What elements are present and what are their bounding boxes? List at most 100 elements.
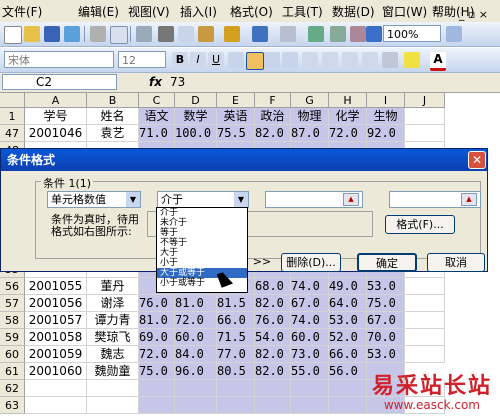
header-cell[interactable]: 生物 <box>367 108 405 125</box>
menu-edit[interactable]: 编辑(E) <box>78 3 119 20</box>
decrease-decimal-icon[interactable] <box>342 52 358 68</box>
dropdown-option[interactable]: 小于 <box>157 258 247 268</box>
cut-icon[interactable] <box>158 26 174 42</box>
header-cell[interactable]: 数学 <box>175 108 217 125</box>
table-cell[interactable]: 72.0 <box>329 125 367 142</box>
table-cell[interactable]: 49.0 <box>329 278 367 295</box>
row-header[interactable]: 63 <box>0 397 25 414</box>
dropdown-option[interactable]: 大于或等于 <box>157 268 247 278</box>
table-cell[interactable]: 52.0 <box>329 329 367 346</box>
select-all-corner[interactable] <box>0 93 25 108</box>
row-header[interactable]: 62 <box>0 380 25 397</box>
header-cell[interactable]: 化学 <box>329 108 367 125</box>
column-header[interactable]: I <box>367 93 405 108</box>
column-header[interactable]: H <box>329 93 367 108</box>
table-cell[interactable]: 87.0 <box>291 125 329 142</box>
table-cell[interactable] <box>405 125 445 142</box>
help-icon[interactable] <box>446 26 462 42</box>
close-icon[interactable]: ✕ <box>468 151 486 169</box>
table-cell[interactable]: 75.0 <box>139 363 175 380</box>
table-cell[interactable]: 81.5 <box>217 295 255 312</box>
table-cell[interactable]: 75.0 <box>367 295 405 312</box>
table-cell[interactable]: 2001057 <box>25 312 87 329</box>
table-cell[interactable] <box>291 397 329 414</box>
borders-icon[interactable] <box>382 52 398 68</box>
row-header[interactable]: 60 <box>0 346 25 363</box>
dropdown-option[interactable]: 未介于 <box>157 218 247 228</box>
row-header[interactable]: 57 <box>0 295 25 312</box>
new-icon[interactable] <box>4 26 22 44</box>
table-cell[interactable]: 77.0 <box>217 346 255 363</box>
dropdown-option[interactable]: 小于或等于 <box>157 278 247 288</box>
table-cell[interactable] <box>405 312 445 329</box>
table-cell[interactable]: 袁艺 <box>87 125 139 142</box>
table-cell[interactable] <box>139 397 175 414</box>
font-color-icon[interactable]: A <box>430 52 446 71</box>
bold-icon[interactable]: B <box>172 52 188 68</box>
print-icon[interactable] <box>90 26 106 42</box>
preview-icon[interactable] <box>110 26 128 44</box>
add-button[interactable]: >> <box>249 253 275 272</box>
table-cell[interactable] <box>139 380 175 397</box>
table-cell[interactable]: 84.0 <box>175 346 217 363</box>
table-cell[interactable]: 69.0 <box>139 329 175 346</box>
table-cell[interactable]: 70.0 <box>367 329 405 346</box>
header-cell[interactable]: 语文 <box>139 108 175 125</box>
table-cell[interactable]: 66.0 <box>329 346 367 363</box>
dropdown-option[interactable]: 介于 <box>157 208 247 218</box>
table-cell[interactable]: 71.0 <box>139 125 175 142</box>
underline-icon[interactable]: U <box>208 52 224 68</box>
header-cell[interactable]: 学号 <box>25 108 87 125</box>
paste-icon[interactable] <box>198 26 214 42</box>
table-cell[interactable]: 71.5 <box>217 329 255 346</box>
column-header[interactable]: B <box>87 93 139 108</box>
table-cell[interactable]: 2001059 <box>25 346 87 363</box>
table-cell[interactable]: 76.0 <box>255 312 291 329</box>
align-right-icon[interactable] <box>264 52 280 68</box>
table-cell[interactable]: 67.0 <box>291 295 329 312</box>
table-cell[interactable]: 谭力青 <box>87 312 139 329</box>
table-cell[interactable]: 60.0 <box>175 329 217 346</box>
cancel-button[interactable]: 取消 <box>427 253 485 272</box>
table-cell[interactable]: 魏勋童 <box>87 363 139 380</box>
row-header[interactable]: 59 <box>0 329 25 346</box>
header-cell[interactable]: 姓名 <box>87 108 139 125</box>
table-cell[interactable]: 82.0 <box>255 346 291 363</box>
table-cell[interactable]: 82.0 <box>255 125 291 142</box>
header-cell[interactable]: 政治 <box>255 108 291 125</box>
column-header[interactable]: J <box>405 93 445 108</box>
name-box[interactable]: C2 <box>2 74 117 90</box>
operator-select[interactable]: 介于 ▼ <box>157 191 249 208</box>
delete-button[interactable]: 删除(D)... <box>281 253 341 272</box>
table-cell[interactable]: 81.0 <box>175 295 217 312</box>
table-cell[interactable] <box>87 380 139 397</box>
table-cell[interactable]: 谢泽 <box>87 295 139 312</box>
table-cell[interactable]: 81.0 <box>139 312 175 329</box>
formula-input[interactable]: 73 <box>170 75 185 89</box>
fill-color-icon[interactable] <box>404 52 420 68</box>
autosum-icon[interactable] <box>308 26 324 42</box>
table-cell[interactable] <box>217 397 255 414</box>
merge-center-icon[interactable] <box>282 52 298 68</box>
undo-icon[interactable] <box>252 26 268 42</box>
table-cell[interactable]: 72.0 <box>175 312 217 329</box>
row-header[interactable]: 47 <box>0 125 25 142</box>
menu-data[interactable]: 数据(D) <box>332 3 375 20</box>
sort-asc-icon[interactable] <box>330 26 346 42</box>
row-header[interactable]: 56 <box>0 278 25 295</box>
table-cell[interactable]: 66.0 <box>217 312 255 329</box>
table-cell[interactable] <box>329 397 367 414</box>
copy-icon[interactable] <box>178 26 194 42</box>
ok-button[interactable]: 确定 <box>357 253 417 272</box>
increase-decimal-icon[interactable] <box>322 52 338 68</box>
table-cell[interactable]: 76.0 <box>139 295 175 312</box>
table-cell[interactable] <box>175 397 217 414</box>
table-cell[interactable] <box>291 380 329 397</box>
indent-icon[interactable] <box>362 52 378 68</box>
header-cell[interactable] <box>405 108 445 125</box>
table-cell[interactable]: 55.0 <box>291 363 329 380</box>
italic-icon[interactable]: I <box>190 52 206 68</box>
table-cell[interactable] <box>87 397 139 414</box>
table-cell[interactable]: 53.0 <box>329 312 367 329</box>
column-header[interactable]: C <box>139 93 175 108</box>
